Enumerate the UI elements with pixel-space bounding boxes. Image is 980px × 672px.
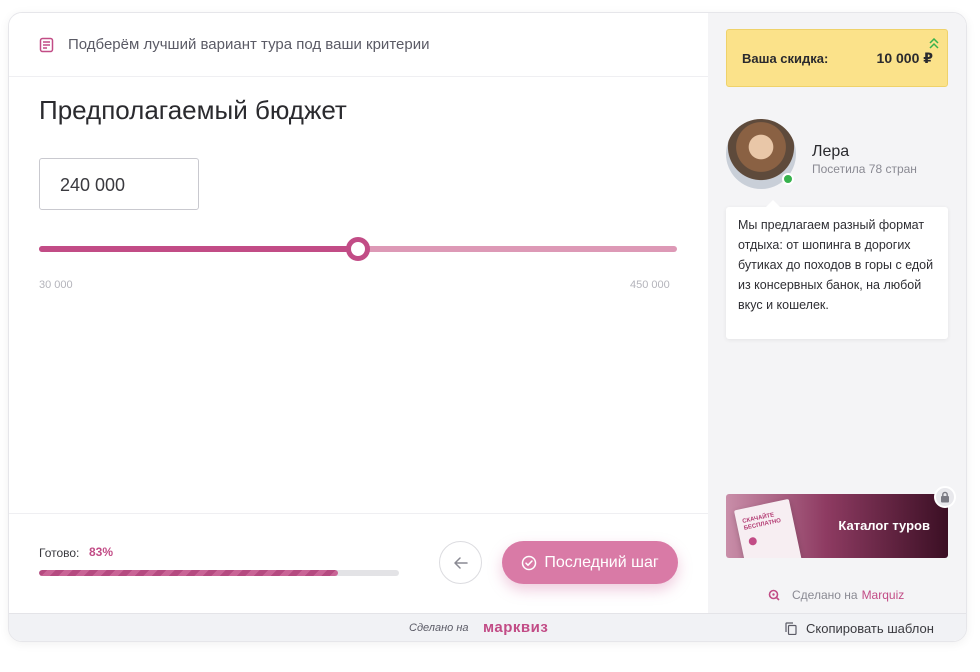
copy-template-label: Скопировать шаблон bbox=[806, 621, 934, 636]
made-on-brand: Marquiz bbox=[861, 588, 905, 602]
online-indicator bbox=[782, 173, 794, 185]
next-step-label: Последний шаг bbox=[544, 553, 659, 571]
next-step-button[interactable]: Последний шаг bbox=[502, 541, 678, 584]
budget-input[interactable]: 240 000 bbox=[39, 158, 199, 210]
bottom-bar: Сделано на марквиз Скопировать шаблон bbox=[9, 613, 966, 641]
quiz-frame: Подберём лучший вариант тура под ваши кр… bbox=[8, 12, 967, 642]
agent-subtitle: Посетила 78 стран bbox=[812, 162, 917, 176]
copy-template-button[interactable]: Скопировать шаблон bbox=[785, 621, 934, 636]
copy-icon bbox=[785, 622, 797, 635]
made-on-marquiz-link[interactable]: Сделано на Marquiz bbox=[768, 588, 904, 602]
agent-message: Мы предлагаем разный формат отдыха: от ш… bbox=[726, 200, 948, 339]
bottom-made-on-label: Сделано на bbox=[409, 622, 469, 634]
marquiz-logo-icon bbox=[768, 589, 780, 601]
quiz-subtitle: Подберём лучший вариант тура под ваши кр… bbox=[68, 36, 430, 53]
made-on-label: Сделано на bbox=[792, 588, 858, 602]
check-circle-icon bbox=[522, 555, 537, 570]
discount-banner: Ваша скидка: 10 000 ₽ bbox=[726, 29, 948, 87]
catalog-book-text: СКАЧАЙТЕ БЕСПЛАТНО bbox=[741, 512, 782, 532]
quiz-footer: Готово: 83% Последний шаг bbox=[9, 513, 708, 613]
catalog-book-mark bbox=[748, 536, 758, 547]
discount-label: Ваша скидка: bbox=[742, 51, 829, 66]
slider-max-label: 450 000 bbox=[630, 279, 670, 291]
catalog-label: Каталог туров bbox=[838, 518, 930, 533]
catalog-book-image: СКАЧАЙТЕ БЕСПЛАТНО bbox=[733, 498, 803, 558]
progress-bar-fill bbox=[39, 570, 338, 576]
slider-min-label: 30 000 bbox=[39, 279, 73, 291]
agent-name: Лера bbox=[812, 143, 850, 160]
progress-bar bbox=[39, 570, 399, 576]
quiz-main: Подберём лучший вариант тура под ваши кр… bbox=[9, 13, 708, 613]
double-chevron-up-icon bbox=[929, 38, 939, 49]
back-button[interactable] bbox=[439, 541, 482, 584]
progress-value: 83% bbox=[89, 545, 114, 559]
slider-track-fill bbox=[39, 246, 358, 252]
quiz-header: Подберём лучший вариант тура под ваши кр… bbox=[9, 13, 708, 77]
arrow-left-icon bbox=[453, 556, 468, 569]
lock-icon bbox=[934, 486, 956, 508]
budget-slider[interactable] bbox=[39, 235, 677, 265]
question-title: Предполагаемый бюджет bbox=[39, 95, 347, 125]
checklist-icon bbox=[39, 37, 54, 53]
sidebar: Ваша скидка: 10 000 ₽ Лера Посетила 78 с… bbox=[708, 13, 966, 613]
progress-label: Готово: bbox=[39, 546, 80, 560]
catalog-banner[interactable]: СКАЧАЙТЕ БЕСПЛАТНО Каталог туров bbox=[726, 494, 948, 558]
discount-value: 10 000 ₽ bbox=[876, 50, 933, 66]
slider-thumb[interactable] bbox=[346, 237, 370, 261]
bottom-brand-logo[interactable]: марквиз bbox=[483, 619, 548, 636]
